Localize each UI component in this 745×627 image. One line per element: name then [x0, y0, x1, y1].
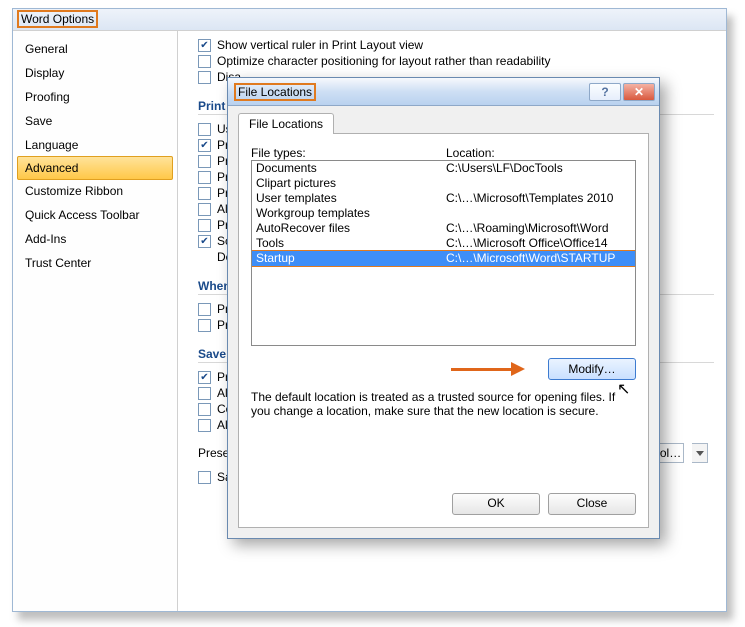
dialog-titlebar[interactable]: File Locations ? ✕: [228, 78, 659, 106]
list-item-location: C:\…\Roaming\Microsoft\Word: [446, 221, 631, 236]
checkbox[interactable]: [198, 387, 211, 400]
checkbox[interactable]: [198, 139, 211, 152]
checkbox[interactable]: [198, 171, 211, 184]
checkbox[interactable]: [198, 55, 211, 68]
checkbox[interactable]: [198, 471, 211, 484]
checkbox[interactable]: [198, 419, 211, 432]
sidebar-item-language[interactable]: Language: [13, 133, 177, 157]
checkbox[interactable]: [198, 403, 211, 416]
sidebar-item-add-ins[interactable]: Add-Ins: [13, 227, 177, 251]
list-item-type: Tools: [256, 236, 446, 251]
list-item-location: [446, 206, 631, 221]
checkbox[interactable]: [198, 71, 211, 84]
list-item-type: Startup: [256, 251, 446, 266]
sidebar-item-display[interactable]: Display: [13, 61, 177, 85]
word-options-titlebar: Word Options: [13, 9, 726, 31]
checkbox[interactable]: [198, 319, 211, 332]
dialog-title: File Locations: [236, 85, 314, 99]
close-button[interactable]: ✕: [623, 83, 655, 101]
option-label: Optimize character positioning for layou…: [217, 54, 551, 68]
list-item-location: C:\…\Microsoft Office\Office14: [446, 236, 631, 251]
option-row: Show vertical ruler in Print Layout view: [198, 37, 714, 53]
close-dialog-button[interactable]: Close: [548, 493, 636, 515]
tab-file-locations[interactable]: File Locations: [238, 113, 334, 134]
chevron-down-icon: [696, 451, 704, 456]
file-locations-dialog: File Locations ? ✕ File Locations File t…: [227, 77, 660, 539]
sidebar-item-advanced[interactable]: Advanced: [17, 156, 173, 180]
checkbox[interactable]: [198, 235, 211, 248]
sidebar-item-trust-center[interactable]: Trust Center: [13, 251, 177, 275]
ok-button[interactable]: OK: [452, 493, 540, 515]
checkbox[interactable]: [198, 123, 211, 136]
dialog-note: The default location is treated as a tru…: [251, 390, 636, 418]
checkbox[interactable]: [198, 155, 211, 168]
checkbox[interactable]: [198, 187, 211, 200]
option-row: Optimize character positioning for layou…: [198, 53, 714, 69]
sidebar-item-quick-access-toolbar[interactable]: Quick Access Toolbar: [13, 203, 177, 227]
options-sidebar: GeneralDisplayProofingSaveLanguageAdvanc…: [13, 31, 178, 611]
modify-button[interactable]: Modify…: [548, 358, 636, 380]
sidebar-item-customize-ribbon[interactable]: Customize Ribbon: [13, 179, 177, 203]
list-item-type: User templates: [256, 191, 446, 206]
option-label: Show vertical ruler in Print Layout view: [217, 38, 423, 52]
checkbox[interactable]: [198, 371, 211, 384]
sidebar-item-general[interactable]: General: [13, 37, 177, 61]
list-item-type: Documents: [256, 161, 446, 176]
checkbox[interactable]: [198, 39, 211, 52]
sidebar-item-proofing[interactable]: Proofing: [13, 85, 177, 109]
checkbox[interactable]: [198, 203, 211, 216]
list-item[interactable]: ToolsC:\…\Microsoft Office\Office14: [252, 236, 635, 251]
help-button[interactable]: ?: [589, 83, 621, 101]
word-options-title: Word Options: [19, 12, 96, 26]
list-item[interactable]: DocumentsC:\Users\LF\DocTools: [252, 161, 635, 176]
column-header-types: File types:: [251, 146, 446, 160]
checkbox[interactable]: [198, 219, 211, 232]
list-item[interactable]: AutoRecover filesC:\…\Roaming\Microsoft\…: [252, 221, 635, 236]
list-item[interactable]: User templatesC:\…\Microsoft\Templates 2…: [252, 191, 635, 206]
list-item-location: C:\…\Microsoft\Word\STARTUP: [446, 251, 631, 266]
list-item-type: Clipart pictures: [256, 176, 446, 191]
list-item-type: Workgroup templates: [256, 206, 446, 221]
column-header-location: Location:: [446, 146, 495, 160]
list-item[interactable]: Workgroup templates: [252, 206, 635, 221]
sidebar-item-save[interactable]: Save: [13, 109, 177, 133]
list-item-type: AutoRecover files: [256, 221, 446, 236]
list-item[interactable]: StartupC:\…\Microsoft\Word\STARTUP: [252, 251, 635, 266]
document-select-dropdown[interactable]: [692, 443, 708, 463]
list-item[interactable]: Clipart pictures: [252, 176, 635, 191]
checkbox[interactable]: [198, 303, 211, 316]
file-locations-listbox[interactable]: DocumentsC:\Users\LF\DocToolsClipart pic…: [251, 160, 636, 346]
list-item-location: C:\Users\LF\DocTools: [446, 161, 631, 176]
list-item-location: C:\…\Microsoft\Templates 2010: [446, 191, 631, 206]
list-item-location: [446, 176, 631, 191]
